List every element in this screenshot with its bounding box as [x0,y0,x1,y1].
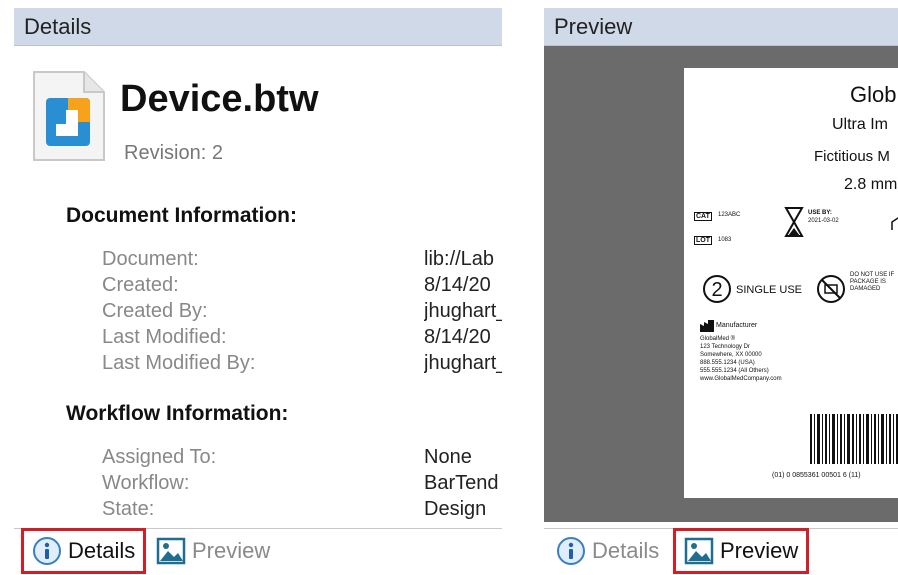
tab-details-label: Details [68,538,136,563]
do-not-use-text: DO NOT USE IF PACKAGE IS DAMAGED [850,272,895,292]
info-value: None [424,446,472,468]
preview-pane-header: Preview [544,8,898,46]
info-label: Last Modified By: [102,352,256,374]
document-file-icon [33,71,105,161]
image-preview-icon [684,537,714,565]
document-name: Device.btw [120,78,319,120]
info-value: jhughart_ [424,300,502,322]
info-row-workflow: Workflow: BarTend [0,472,512,498]
tab-details[interactable]: Details [556,531,659,571]
hourglass-icon [784,207,804,237]
label-preview: Glob Ultra Im Fictitious M 2.8 mm CAT 12… [684,68,898,498]
workflow-information-title: Workflow Information: [66,402,289,425]
preview-area: Glob Ultra Im Fictitious M 2.8 mm CAT 12… [544,46,898,522]
lot-value: 1083 [718,237,732,243]
info-icon [33,537,61,565]
tab-details-label: Details [592,538,660,563]
single-use-text: SINGLE USE [736,284,803,296]
tab-details[interactable]: Details [20,528,147,574]
info-label: Document: [102,248,199,270]
info-value: lib://Lab [424,248,495,270]
storage-symbol-icon [891,217,898,230]
info-label: Last Modified: [102,326,227,348]
info-value: BarTend [424,472,499,494]
address-line: 555.555.1234 (All Others) [700,368,769,374]
manufacturer-label: Manufacturer [716,322,758,329]
tab-preview[interactable]: Preview [672,528,810,574]
lot-symbol: LOT [694,236,712,245]
info-label: Created: [102,274,179,296]
address-line: www.GlobalMedCompany.com [700,376,782,382]
info-value: 8/14/20 [424,326,491,348]
label-line-2: Ultra Im [832,116,888,133]
details-pane: Details Device.btw Revision: 2 Document … [0,0,512,575]
info-icon [557,537,585,565]
info-value: Design [424,498,487,520]
info-label: Workflow: [102,472,190,494]
tab-preview-label: Preview [192,538,271,563]
details-pane-tab-bar: Details Preview [14,528,502,575]
info-row-state: State: Design [0,498,512,524]
single-use-icon: 2 [703,275,731,303]
barcode-image [810,414,898,464]
address-line: Somewhere, XX 00000 [700,352,762,358]
use-by-label: USE BY: [808,210,832,216]
info-row-created: Created: 8/14/20 [0,274,512,300]
info-value: jhughart_ [424,352,502,374]
barcode-text: (01) 0 0855361 00501 6 (11) [772,472,861,479]
info-label: State: [102,498,155,520]
label-line-3: Fictitious M [814,148,890,165]
revision-label: Revision: 2 [124,142,223,164]
label-line-4: 2.8 mm [844,176,898,193]
preview-pane: Preview Glob Ultra Im Fictitious M 2.8 m… [536,0,898,575]
info-label: Assigned To: [102,446,217,468]
address-line: 888.555.1234 (USA) [700,360,755,366]
use-by-value: 2021-03-02 [808,218,839,224]
cat-symbol: CAT [694,212,712,221]
preview-pane-tab-bar: Details Preview [544,528,898,575]
address-line: 123 Technology Dr [700,344,750,350]
info-row-assigned-to: Assigned To: None [0,446,512,472]
tab-preview[interactable]: Preview [156,531,270,571]
address-line: GlobalMed ® [700,336,736,342]
info-value: 8/14/20 [424,274,491,296]
details-pane-header: Details [14,8,502,46]
info-row-last-modified-by: Last Modified By: jhughart_ [0,352,512,378]
info-row-created-by: Created By: jhughart_ [0,300,512,326]
do-not-use-damaged-icon [817,275,845,303]
tab-preview-label: Preview [720,538,799,563]
info-label: Created By: [102,300,208,322]
svg-text:2: 2 [711,279,722,301]
info-row-document: Document: lib://Lab [0,248,512,274]
cat-value: 123ABC [718,212,741,218]
info-row-last-modified: Last Modified: 8/14/20 [0,326,512,352]
image-preview-icon [156,537,186,565]
document-information-title: Document Information: [66,204,297,227]
manufacturer-icon [700,320,714,332]
label-line-1: Glob [850,82,897,107]
